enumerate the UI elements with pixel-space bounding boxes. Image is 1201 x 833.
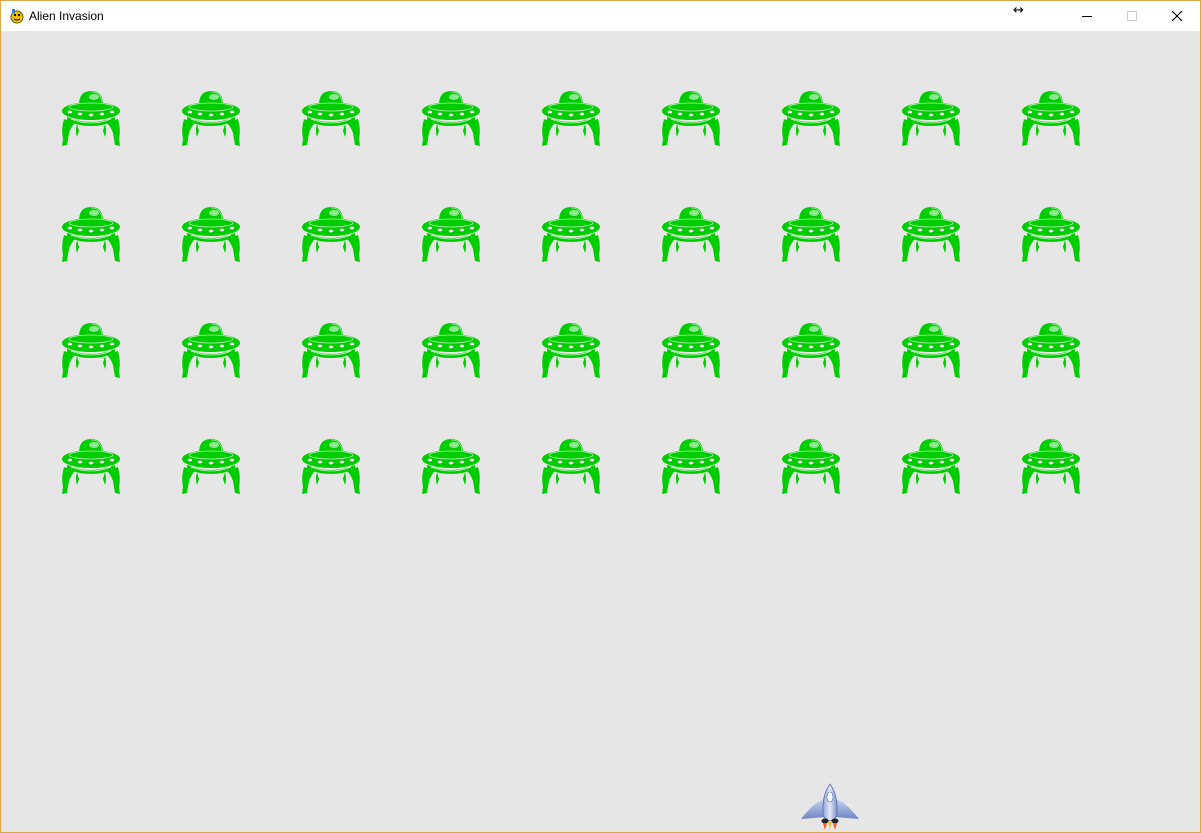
- maximize-button[interactable]: [1109, 1, 1154, 31]
- alien-ufo-icon: [62, 91, 120, 146]
- alien-ufo-icon: [662, 439, 720, 494]
- alien-ufo-icon: [662, 91, 720, 146]
- alien-ufo-icon: [542, 323, 600, 378]
- alien-ufo-icon: [902, 207, 960, 262]
- close-button[interactable]: [1154, 1, 1199, 31]
- alien-ufo-icon: [1022, 323, 1080, 378]
- minimize-icon: [1081, 16, 1092, 17]
- alien-ufo-icon: [62, 439, 120, 494]
- alien-ufo-icon: [422, 91, 480, 146]
- alien-ufo-icon: [182, 91, 240, 146]
- alien-ufo-icon: [662, 207, 720, 262]
- alien-ufo-icon: [422, 207, 480, 262]
- window-title: Alien Invasion: [29, 9, 104, 23]
- close-icon: [1171, 10, 1182, 22]
- alien-ufo-icon: [182, 439, 240, 494]
- horizontal-resize-cursor-icon: ↔: [1013, 3, 1024, 18]
- alien-ufo-icon: [782, 323, 840, 378]
- alien-ufo-icon: [1022, 91, 1080, 146]
- alien-ufo-icon: [1022, 439, 1080, 494]
- alien-ufo-icon: [782, 207, 840, 262]
- title-bar[interactable]: Alien Invasion ↔: [1, 1, 1200, 31]
- pygame-snake-icon: [10, 9, 24, 24]
- maximize-icon: [1126, 11, 1137, 21]
- alien-ufo-icon: [902, 91, 960, 146]
- alien-ufo-icon: [782, 91, 840, 146]
- alien-ufo-icon: [542, 207, 600, 262]
- alien-ufo-icon: [302, 439, 360, 494]
- alien-ufo-icon: [1022, 207, 1080, 262]
- alien-ufo-icon: [182, 207, 240, 262]
- alien-ufo-icon: [782, 439, 840, 494]
- alien-ufo-icon: [902, 439, 960, 494]
- game-canvas[interactable]: [1, 31, 1200, 832]
- minimize-button[interactable]: [1064, 1, 1109, 31]
- alien-ufo-icon: [302, 91, 360, 146]
- alien-ufo-icon: [182, 323, 240, 378]
- alien-ufo-icon: [902, 323, 960, 378]
- alien-ufo-icon: [62, 323, 120, 378]
- alien-ufo-icon: [422, 439, 480, 494]
- alien-ufo-icon: [302, 323, 360, 378]
- alien-ufo-icon: [422, 323, 480, 378]
- rocket-ship-icon: [801, 783, 859, 830]
- alien-ufo-icon: [662, 323, 720, 378]
- game-window: Alien Invasion ↔: [0, 0, 1201, 833]
- alien-ufo-icon: [302, 207, 360, 262]
- alien-ufo-icon: [542, 439, 600, 494]
- alien-ufo-icon: [62, 207, 120, 262]
- alien-ufo-icon: [542, 91, 600, 146]
